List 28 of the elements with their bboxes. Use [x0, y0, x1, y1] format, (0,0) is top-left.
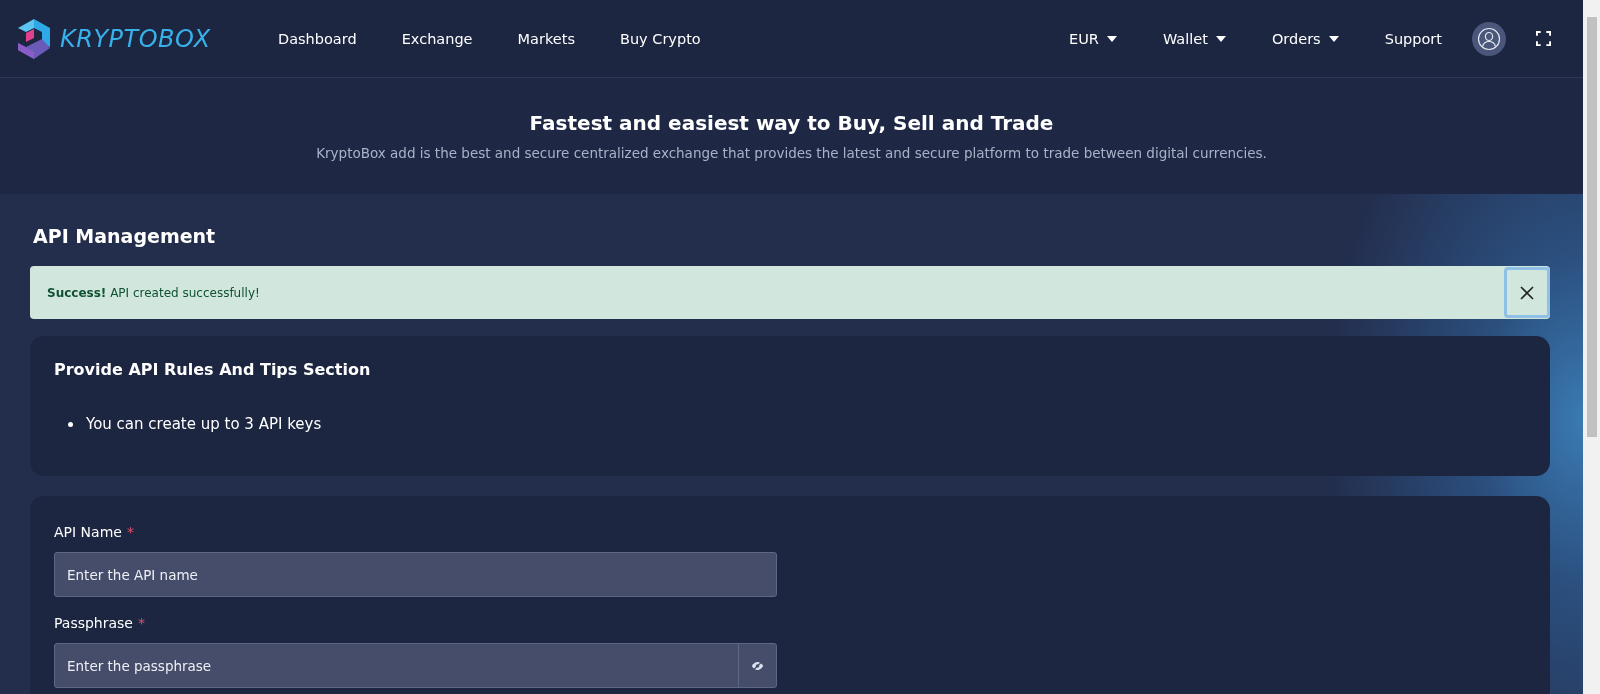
- field-label: API Name: [54, 524, 122, 540]
- tip-text: You can create up to 3 API keys: [86, 415, 322, 433]
- hero-subtitle: KryptoBox add is the best and secure centralized exchange that provides the latest and secure platform to trade between digital currencies.: [316, 145, 1267, 161]
- card-title: Provide API Rules And Tips Section: [54, 360, 372, 379]
- field-label: Passphrase: [54, 615, 133, 631]
- close-button[interactable]: [1504, 267, 1550, 318]
- scrollbar[interactable]: [1583, 0, 1600, 694]
- input-field[interactable]: Enter the API name: [54, 552, 777, 597]
- dropdown-menu[interactable]: Wallet: [1162, 30, 1226, 47]
- nav-link[interactable]: Exchange: [401, 30, 473, 47]
- password-field[interactable]: Enter the passphrase: [54, 643, 777, 688]
- page-title: API Management: [33, 225, 217, 247]
- nav-link[interactable]: Support: [1384, 30, 1442, 47]
- dropdown-menu[interactable]: Orders: [1271, 30, 1339, 47]
- nav-link[interactable]: Buy Crypto: [619, 30, 701, 47]
- fullscreen-icon[interactable]: [1536, 31, 1551, 46]
- nav-link[interactable]: Markets: [517, 30, 575, 47]
- close-icon: [1520, 285, 1534, 300]
- brand-name[interactable]: KRYPTOBOX: [60, 24, 211, 53]
- dropdown-menu[interactable]: EUR: [1069, 30, 1117, 47]
- nav-link[interactable]: Dashboard: [278, 30, 357, 47]
- hero-title: Fastest and easiest way to Buy, Sell and Trade: [529, 111, 1054, 135]
- alert-message: Success! API created successfully!: [47, 285, 260, 300]
- user-avatar-button[interactable]: [1472, 21, 1506, 56]
- required-mark: *: [138, 615, 145, 631]
- bullet-icon: [68, 421, 73, 427]
- user-icon: [1477, 26, 1501, 51]
- required-mark: *: [126, 524, 134, 540]
